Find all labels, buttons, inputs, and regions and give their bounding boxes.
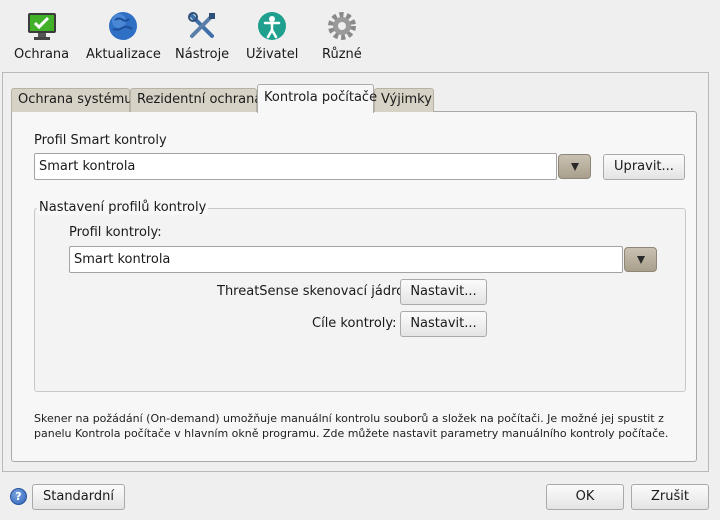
smart-profile-value: Smart kontrola <box>39 159 136 174</box>
engine-setup-button[interactable]: Nastavit... <box>400 279 487 305</box>
tab-label: Rezidentní ochrana <box>137 92 263 107</box>
engine-label: ThreatSense skenovací jádro <box>217 284 405 299</box>
chevron-down-icon <box>636 255 645 264</box>
smart-profile-label: Profil Smart kontroly <box>34 133 167 148</box>
cancel-button[interactable]: Zrušit <box>631 484 709 510</box>
toolbar-label: Uživatel <box>246 47 299 62</box>
gear-icon <box>327 12 356 40</box>
toolbar-item-uzivatel[interactable]: Uživatel <box>246 10 298 66</box>
tab-label: Výjimky <box>381 92 432 107</box>
ok-button[interactable]: OK <box>546 484 624 510</box>
shield-check-icon <box>27 13 56 40</box>
tab-kontrola-pocitace[interactable]: Kontrola počítače <box>257 84 378 113</box>
profile-dropdown-button[interactable] <box>624 247 657 272</box>
toolbar-label: Aktualizace <box>86 47 161 62</box>
help-icon[interactable]: ? <box>10 488 27 505</box>
profiles-group-title: Nastavení profilů kontroly <box>37 200 209 215</box>
toolbar-item-nastroje[interactable]: Nástroje <box>175 10 229 66</box>
targets-setup-button[interactable]: Nastavit... <box>400 311 487 337</box>
description-text: Skener na požádání (On-demand) umožňuje … <box>34 412 669 440</box>
tab-rezidentni-ochrana[interactable]: Rezidentní ochrana <box>130 88 262 112</box>
targets-label: Cíle kontroly: <box>312 316 397 331</box>
user-icon <box>258 12 287 40</box>
toolbar-item-ochrana[interactable]: Ochrana <box>14 10 69 66</box>
toolbar-label: Ochrana <box>14 47 70 62</box>
edit-button[interactable]: Upravit... <box>603 154 685 180</box>
tab-vyjimky[interactable]: Výjimky <box>374 88 434 112</box>
toolbar-label: Nástroje <box>175 47 230 62</box>
profile-label: Profil kontroly: <box>69 225 162 240</box>
globe-icon <box>109 12 138 40</box>
tab-label: Ochrana systému <box>18 92 133 107</box>
main-toolbar: Ochrana Aktualizace Nástroje Uživatel Rů… <box>0 0 720 68</box>
tools-icon <box>188 12 216 38</box>
default-button[interactable]: Standardní <box>32 484 125 510</box>
smart-profile-dropdown-button[interactable] <box>558 154 591 179</box>
smart-profile-combo[interactable]: Smart kontrola <box>34 153 557 180</box>
toolbar-item-ruzne[interactable]: Různé <box>322 10 362 66</box>
toolbar-label: Různé <box>322 47 362 62</box>
chevron-down-icon <box>570 162 579 171</box>
toolbar-item-aktualizace[interactable]: Aktualizace <box>86 10 161 66</box>
tab-ochrana-systemu[interactable]: Ochrana systému <box>11 88 133 112</box>
profile-value: Smart kontrola <box>74 252 171 267</box>
tab-label: Kontrola počítače <box>264 90 378 105</box>
profile-combo[interactable]: Smart kontrola <box>69 246 623 273</box>
